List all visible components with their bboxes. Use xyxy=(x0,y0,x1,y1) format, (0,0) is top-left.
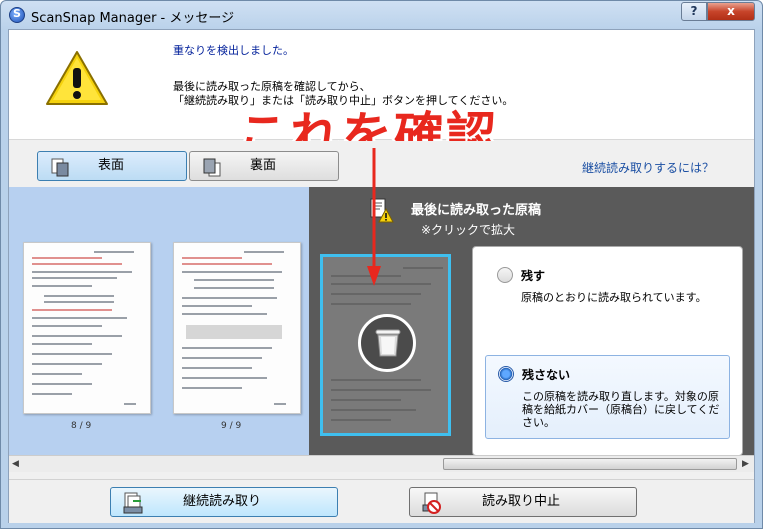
scroll-left-arrow[interactable]: ◀ xyxy=(12,459,19,469)
stop-scan-label: 読み取り中止 xyxy=(482,494,561,509)
tab-front-side[interactable]: 表面 xyxy=(37,151,187,181)
help-button[interactable]: ? xyxy=(681,2,707,21)
page-thumbnail[interactable] xyxy=(173,242,301,414)
scroll-right-arrow[interactable]: ▶ xyxy=(742,459,749,469)
stop-scan-icon xyxy=(422,492,441,514)
bottom-button-bar: 継続読み取り 読み取り中止 xyxy=(9,479,754,523)
discard-radio[interactable] xyxy=(498,366,514,382)
continue-scan-label: 継続読み取り xyxy=(183,494,262,509)
option-discard[interactable]: 残さない この原稿を読み取り直します。対象の原稿を給紙カバー（原稿台）に戻してく… xyxy=(485,355,730,439)
continue-scan-icon xyxy=(123,492,143,514)
scanned-pages-pane: 8 / 9 9 / 9 xyxy=(9,187,309,455)
scrollbar-thumb[interactable] xyxy=(443,458,737,470)
front-page-icon xyxy=(51,158,69,177)
annotation-arrow xyxy=(367,148,381,286)
message-area: 重なりを検出しました。 最後に読み取った原稿を確認してから、 「継続読み取り」ま… xyxy=(9,30,754,165)
tab-back-side[interactable]: 裏面 xyxy=(189,151,339,181)
keep-label: 残す xyxy=(521,269,546,283)
back-page-icon xyxy=(203,158,221,177)
page-thumbnail[interactable] xyxy=(23,242,151,414)
window-title: ScanSnap Manager - メッセージ xyxy=(31,11,235,26)
horizontal-scrollbar[interactable]: ◀ ▶ xyxy=(9,455,754,472)
dialog-client-area: 重なりを検出しました。 最後に読み取った原稿を確認してから、 「継続読み取り」ま… xyxy=(8,29,755,523)
tab-front-label: 表面 xyxy=(98,158,125,173)
trash-can-icon xyxy=(375,329,401,357)
continue-scan-help-link[interactable]: 継続読み取りするには？ xyxy=(582,159,714,176)
discard-label: 残さない xyxy=(522,368,571,382)
tab-back-label: 裏面 xyxy=(250,158,277,173)
last-scanned-title: 最後に読み取った原稿 xyxy=(411,203,542,218)
keep-description: 原稿のとおりに読み取られています。 xyxy=(521,291,707,304)
warning-icon xyxy=(46,51,108,105)
title-bar: ScanSnap Manager - メッセージ ? x xyxy=(1,1,762,29)
discard-overlay xyxy=(358,314,416,372)
scansnap-app-icon xyxy=(9,7,25,23)
keep-or-discard-options: 残す 原稿のとおりに読み取られています。 残さない この原稿を読み取り直します。… xyxy=(472,246,743,456)
close-button[interactable]: x xyxy=(707,2,755,21)
message-window: ScanSnap Manager - メッセージ ? x 重なりを検出しました。… xyxy=(0,0,763,529)
continue-scan-button[interactable]: 継続読み取り xyxy=(110,487,338,517)
keep-radio[interactable] xyxy=(497,267,513,283)
discard-description: この原稿を読み取り直します。対象の原稿を給紙カバー（原稿台）に戻してください。 xyxy=(522,390,720,429)
page-number-label: 9 / 9 xyxy=(221,421,242,431)
click-to-enlarge-hint: ※クリックで拡大 xyxy=(421,223,516,237)
option-keep[interactable]: 残す 原稿のとおりに読み取られています。 xyxy=(485,257,730,337)
message-title: 重なりを検出しました。 xyxy=(173,44,294,57)
page-number-label: 8 / 9 xyxy=(71,421,92,431)
stop-scan-button[interactable]: 読み取り中止 xyxy=(409,487,637,517)
